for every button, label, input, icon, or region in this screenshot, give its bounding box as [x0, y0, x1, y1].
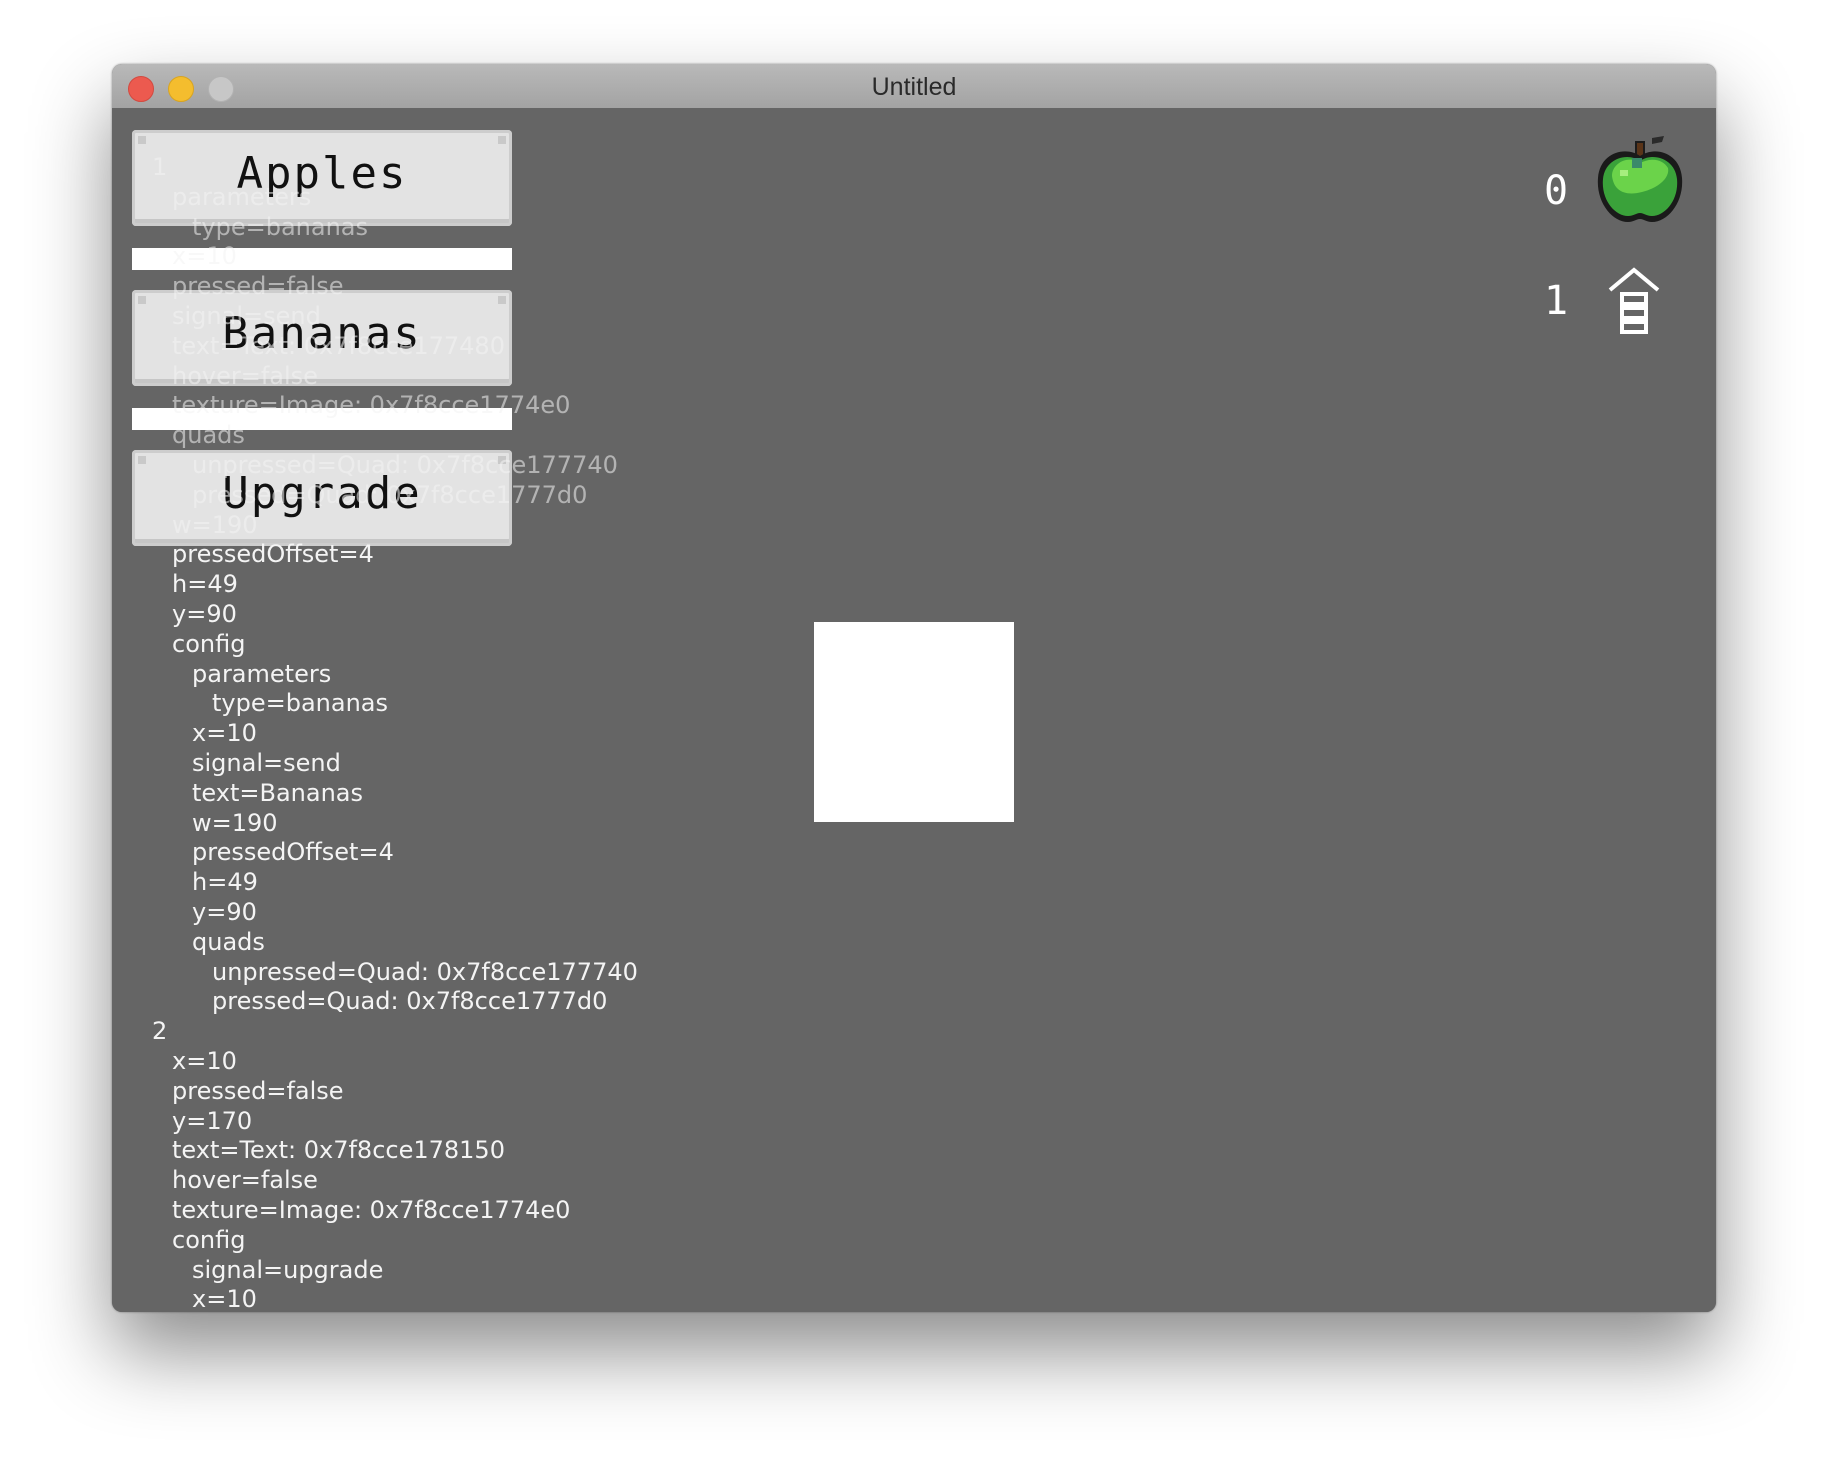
debug-line: pressed=Quad: 0x7f8cce1777d0: [212, 987, 608, 1016]
debug-line: y=90: [172, 600, 237, 628]
debug-line: texture=Image: 0x7f8cce1774e0: [172, 1196, 571, 1224]
debug-line: w=190: [192, 808, 278, 837]
apples-button[interactable]: Apples: [132, 130, 512, 226]
upgrade-button-label: Upgrade: [222, 468, 422, 519]
debug-line: 2: [152, 1017, 168, 1046]
apples-button-label: Apples: [236, 148, 408, 199]
debug-line: type=bananas: [212, 689, 389, 718]
debug-line: config: [172, 629, 246, 658]
debug-line: signal=send: [192, 749, 341, 777]
debug-line: text=Bananas: [192, 778, 363, 807]
debug-line: x=10: [192, 1285, 257, 1312]
debug-line: x=10: [172, 1047, 237, 1075]
bananas-progress-bar: [132, 408, 512, 430]
window-title: Untitled: [871, 73, 957, 101]
debug-line: x=10: [192, 719, 257, 748]
bananas-button[interactable]: Bananas: [132, 290, 512, 386]
title-bar[interactable]: Untitled: [112, 64, 1716, 109]
debug-line: pressed=false: [172, 1076, 344, 1105]
debug-line: quads: [192, 927, 265, 956]
debug-line: h=49: [192, 868, 258, 897]
bananas-button-label: Bananas: [222, 308, 422, 359]
debug-line: y=170: [172, 1106, 253, 1135]
debug-line: signal=upgrade: [192, 1255, 384, 1284]
green-apple-icon: [1590, 130, 1690, 230]
app-window: Untitled Apples Bananas Upgrade 0 1 1 pa…: [112, 64, 1716, 1312]
game-canvas: Apples Bananas Upgrade 0 1 1 parameters …: [112, 108, 1716, 1312]
debug-line: pressedOffset=4: [192, 838, 394, 867]
debug-line: y=90: [192, 898, 257, 926]
debug-line: parameters: [192, 659, 332, 688]
apples-count: 0: [1544, 168, 1569, 214]
debug-line: config: [172, 1225, 246, 1254]
apples-progress-bar: [132, 248, 512, 270]
debug-line: text=Text: 0x7f8cce178150: [172, 1136, 505, 1165]
debug-line: hover=false: [172, 1166, 318, 1195]
debug-line: unpressed=Quad: 0x7f8cce177740: [212, 957, 638, 986]
white-square: [814, 622, 1014, 822]
upgrade-level: 1: [1544, 278, 1569, 324]
upgrade-arrow-icon: [1606, 266, 1662, 336]
debug-line: h=49: [172, 570, 238, 599]
upgrade-button[interactable]: Upgrade: [132, 450, 512, 546]
